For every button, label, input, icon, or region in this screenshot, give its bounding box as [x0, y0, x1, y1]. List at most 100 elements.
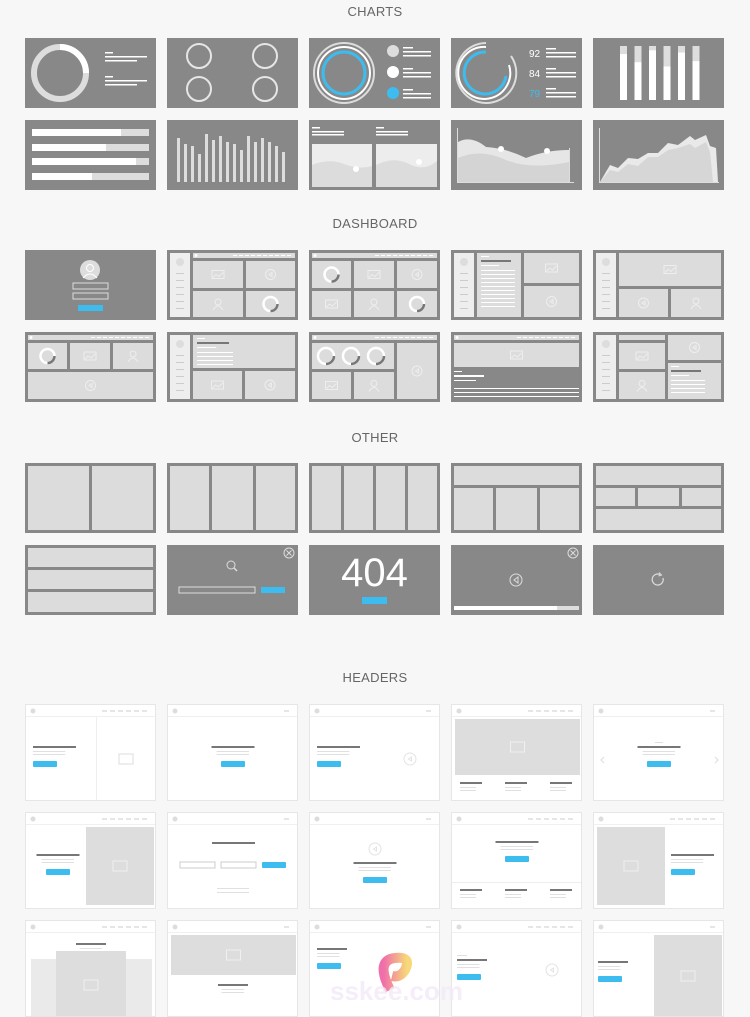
nav-divider [26, 824, 155, 825]
search-input[interactable] [178, 586, 256, 594]
chart-card-vertical-bars[interactable] [593, 38, 724, 108]
cta-button [317, 761, 341, 767]
topbar-logo [29, 336, 33, 339]
other-card-404[interactable]: 404 [309, 545, 440, 615]
nav-link [694, 818, 699, 820]
logo-dot [456, 708, 462, 714]
sidebar-item [176, 369, 184, 370]
feature-text [550, 894, 566, 895]
error-code: 404 [341, 551, 408, 595]
hero-text [317, 754, 350, 755]
sidebar-item [460, 294, 468, 295]
sidebar-avatar [602, 258, 610, 266]
nav-link [536, 818, 541, 820]
header-template-product-shot[interactable] [25, 920, 156, 1017]
play-icon [545, 963, 559, 977]
column-bar [198, 154, 201, 182]
nav-link [568, 710, 573, 712]
close-icon[interactable] [283, 547, 295, 559]
tile [524, 286, 579, 317]
nav-link [544, 710, 549, 712]
header-template-split-image[interactable] [25, 704, 156, 801]
topbar-link [245, 255, 249, 256]
text-line [454, 380, 476, 381]
chart-card-four-rings[interactable] [167, 38, 298, 108]
dashboard-card-hero-tiles[interactable] [593, 250, 724, 320]
other-card-video-player[interactable] [451, 545, 582, 615]
logo-dot [30, 924, 36, 930]
header-template-tall-image-right[interactable] [593, 920, 724, 1017]
header-template-banner-features[interactable] [451, 704, 582, 801]
header-template-video-center[interactable] [309, 812, 440, 909]
topbar-link [417, 255, 421, 256]
topbar-link [417, 337, 421, 338]
progress-bar-fill[interactable] [454, 606, 557, 610]
text-line [671, 366, 679, 367]
tile [92, 466, 153, 530]
dashboard-card-banner[interactable] [451, 332, 582, 402]
header-template-video-right[interactable] [309, 704, 440, 801]
nav-link [126, 926, 131, 928]
header-template-signup-form[interactable] [167, 812, 298, 909]
layout-header-three-footer[interactable] [593, 463, 724, 533]
header-template-centered[interactable] [167, 704, 298, 801]
dashboard-card-sidebar-article[interactable] [167, 332, 298, 402]
topbar-link [97, 337, 101, 338]
hero-text [33, 751, 66, 752]
tile [671, 289, 721, 317]
nav-link [528, 926, 533, 928]
section-title-dashboard: DASHBOARD [332, 216, 418, 231]
sidebar-item [602, 362, 610, 363]
nav-link [110, 818, 115, 820]
close-icon[interactable] [567, 547, 579, 559]
layout-two-columns[interactable] [25, 463, 156, 533]
layout-header-three-columns[interactable] [451, 463, 582, 533]
chart-card-donut[interactable] [25, 38, 156, 108]
chart-card-radial-values[interactable]: 92 84 79 [451, 38, 582, 108]
chart-card-area-jagged[interactable] [593, 120, 724, 190]
dashboard-card-login[interactable] [25, 250, 156, 320]
logo-dot [598, 816, 604, 822]
chart-card-concentric-legend[interactable] [309, 38, 440, 108]
dashboard-card-article[interactable] [451, 250, 582, 320]
header-template-image-right[interactable] [25, 812, 156, 909]
topbar-link [251, 255, 255, 256]
layout-three-rows[interactable] [25, 545, 156, 615]
play-icon[interactable] [509, 573, 523, 587]
nav-link [560, 818, 565, 820]
nav-link [536, 926, 541, 928]
other-card-search-overlay[interactable] [167, 545, 298, 615]
header-template-banner-text[interactable] [167, 920, 298, 1017]
chart-card-dual-area[interactable] [309, 120, 440, 190]
tile [524, 253, 579, 283]
back-home-button[interactable] [362, 597, 387, 604]
sidebar-item [602, 355, 610, 356]
search-button[interactable] [261, 587, 285, 593]
feature-text [460, 787, 476, 788]
dashboard-card-sidebar-grid[interactable] [167, 250, 298, 320]
hero-text [500, 846, 533, 847]
layout-four-columns[interactable] [309, 463, 440, 533]
header-template-image-left[interactable] [593, 812, 724, 909]
hero-heading [218, 984, 248, 986]
dashboard-card-topbar-tiles[interactable] [25, 332, 156, 402]
chart-card-area-smooth[interactable] [451, 120, 582, 190]
tile [193, 371, 242, 399]
dashboard-card-mixed[interactable] [593, 332, 724, 402]
header-template-slider[interactable] [593, 704, 724, 801]
column-bar [247, 136, 250, 182]
feature-heading [550, 782, 572, 784]
dashboard-card-rings-row[interactable] [309, 332, 440, 402]
header-template-centered-features[interactable] [451, 812, 582, 909]
nav-link [552, 710, 557, 712]
feature-heading [550, 889, 572, 891]
feature-text [550, 790, 566, 791]
dashboard-card-six-tiles[interactable] [309, 250, 440, 320]
chart-card-column-bars[interactable] [167, 120, 298, 190]
bar-fill [678, 52, 685, 100]
layout-three-columns[interactable] [167, 463, 298, 533]
topbar-link [103, 337, 107, 338]
chart-card-horizontal-bars[interactable] [25, 120, 156, 190]
topbar-link [387, 337, 391, 338]
other-card-loading[interactable] [593, 545, 724, 615]
